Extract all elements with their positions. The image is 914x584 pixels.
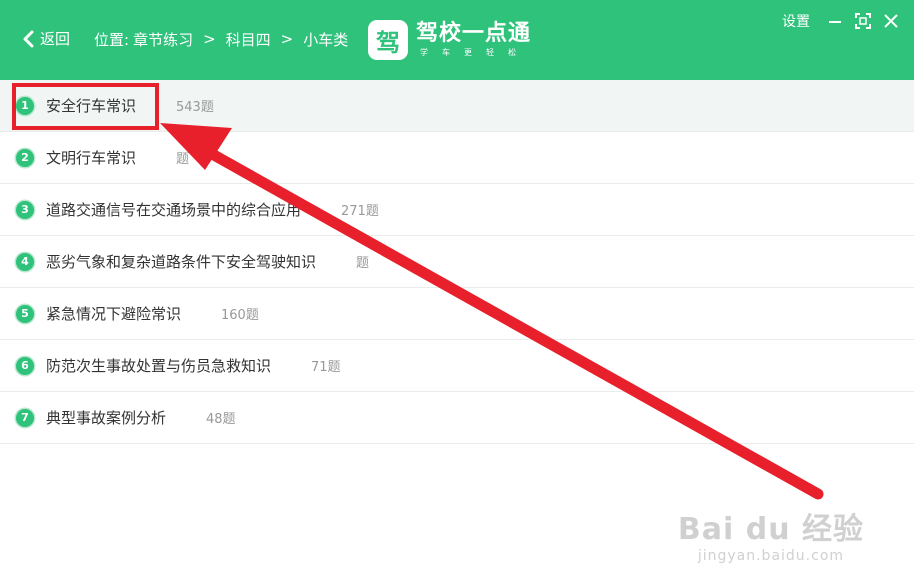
question-count: 题 xyxy=(356,256,370,271)
chevron-left-icon xyxy=(23,30,34,48)
chapter-list: 1 安全行车常识 543题 2 文明行车常识 题 3 道路交通信号在交通场景中的… xyxy=(0,80,914,444)
app-slogan: 学车更轻松 xyxy=(420,48,530,57)
chapter-number-badge: 2 xyxy=(16,148,34,167)
settings-button[interactable]: 设置 xyxy=(782,11,810,31)
question-count: 71题 xyxy=(311,360,341,375)
question-count: 160题 xyxy=(221,308,259,323)
chapter-title: 典型事故案例分析 xyxy=(46,409,167,427)
chapter-row[interactable]: 7 典型事故案例分析 48题 xyxy=(0,392,914,444)
chapter-title: 恶劣气象和复杂道路条件下安全驾驶知识 xyxy=(46,253,317,271)
chapter-row[interactable]: 6 防范次生事故处置与伤员急救知识 71题 xyxy=(0,340,914,392)
question-count: 题 xyxy=(176,152,190,167)
chapter-number-badge: 1 xyxy=(16,96,34,115)
breadcrumb-car-category[interactable]: 小车类 xyxy=(303,29,348,50)
chapter-row[interactable]: 2 文明行车常识 题 xyxy=(0,132,914,184)
breadcrumb-separator: > xyxy=(203,30,216,48)
location-label: 位置: xyxy=(94,30,130,49)
back-label: 返回 xyxy=(40,30,71,48)
baidu-jingyan-watermark: Bai du 经验 jingyan.baidu.com xyxy=(678,504,864,564)
breadcrumb-subject-four[interactable]: 科目四 xyxy=(226,29,271,50)
chapter-row[interactable]: 4 恶劣气象和复杂道路条件下安全驾驶知识 题 xyxy=(0,236,914,288)
question-count: 543题 xyxy=(176,100,214,115)
logo-mark: 驾 xyxy=(368,20,408,60)
fullscreen-icon[interactable] xyxy=(854,12,872,30)
app-logo: 驾 驾校一点通 学车更轻松 xyxy=(368,19,531,61)
breadcrumb-chapter-practice[interactable]: 章节练习 xyxy=(133,29,193,50)
back-button[interactable]: 返回 xyxy=(22,26,70,52)
chapter-number-badge: 4 xyxy=(16,252,34,271)
title-bar: 返回 位置: 章节练习 > 科目四 > 小车类 驾 驾校一点通 学车更轻松 设置 xyxy=(0,0,914,80)
chapter-row[interactable]: 1 安全行车常识 543题 xyxy=(0,80,914,132)
question-count: 271题 xyxy=(341,204,379,219)
chapter-row[interactable]: 5 紧急情况下避险常识 160题 xyxy=(0,288,914,340)
breadcrumb-separator: > xyxy=(280,30,294,48)
watermark-url: jingyan.baidu.com xyxy=(697,548,845,564)
breadcrumb: 位置: 章节练习 > 科目四 > 小车类 xyxy=(94,26,348,52)
chapter-number-badge: 7 xyxy=(16,408,34,427)
chapter-number-badge: 3 xyxy=(16,200,34,219)
logo-text: 驾校一点通 学车更轻松 xyxy=(416,21,531,59)
chapter-number-badge: 5 xyxy=(16,304,34,323)
minimize-icon[interactable] xyxy=(826,12,844,30)
close-icon[interactable] xyxy=(882,12,900,30)
app-name: 驾校一点通 xyxy=(416,21,532,46)
chapter-title: 防范次生事故处置与伤员急救知识 xyxy=(46,357,272,375)
chapter-title: 紧急情况下避险常识 xyxy=(46,305,182,323)
chapter-title: 安全行车常识 xyxy=(46,97,137,115)
chapter-row[interactable]: 3 道路交通信号在交通场景中的综合应用 271题 xyxy=(0,184,914,236)
watermark-main: Bai du 经验 xyxy=(677,512,864,547)
chapter-title: 道路交通信号在交通场景中的综合应用 xyxy=(46,201,302,219)
chapter-title: 文明行车常识 xyxy=(46,149,137,167)
window-controls: 设置 xyxy=(782,10,900,32)
question-count: 48题 xyxy=(206,412,236,427)
chapter-number-badge: 6 xyxy=(16,356,34,375)
